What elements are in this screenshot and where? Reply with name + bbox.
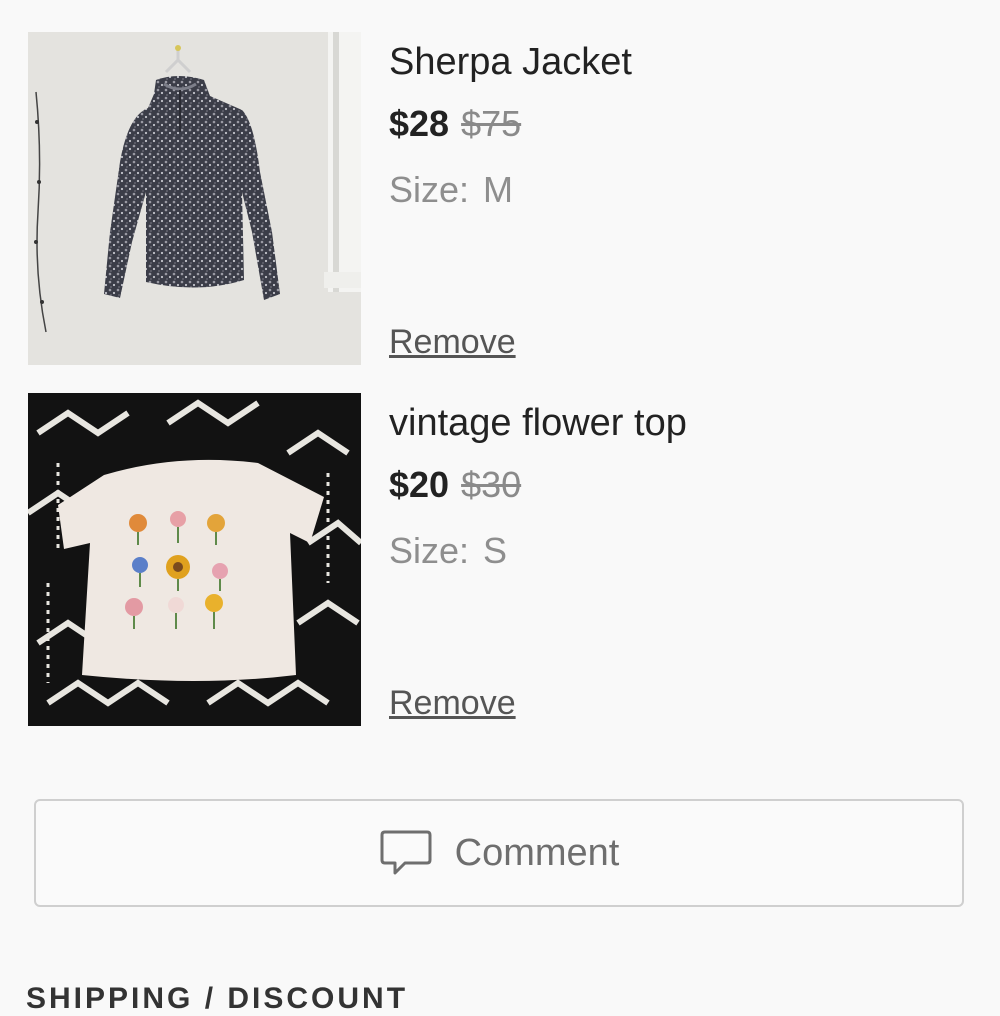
cart-item: vintage flower top $20 $30 Size: S Remove	[28, 393, 988, 726]
item-details: Sherpa Jacket $28 $75 Size: M Remove	[389, 32, 988, 365]
size-label: Size:	[389, 530, 470, 571]
speech-bubble-icon	[379, 828, 433, 878]
item-thumbnail[interactable]	[28, 32, 361, 365]
item-thumbnail[interactable]	[28, 393, 361, 726]
item-size: Size: M	[389, 168, 513, 212]
shipping-discount-heading: SHIPPING / DISCOUNT	[26, 982, 409, 1015]
item-details: vintage flower top $20 $30 Size: S Remove	[389, 393, 988, 726]
comment-label: Comment	[454, 831, 620, 874]
cart-item: Sherpa Jacket $28 $75 Size: M Remove	[28, 32, 988, 365]
size-label: Size:	[389, 169, 470, 210]
item-price: $20	[389, 464, 450, 505]
item-title[interactable]: Sherpa Jacket	[389, 40, 632, 84]
remove-button[interactable]: Remove	[389, 682, 516, 724]
comment-button[interactable]: Comment	[34, 799, 964, 907]
size-value: M	[483, 169, 514, 210]
item-original-price: $30	[461, 464, 522, 505]
item-price: $28	[389, 103, 450, 144]
item-prices: $20 $30	[389, 463, 521, 507]
size-value: S	[483, 530, 508, 571]
item-prices: $28 $75	[389, 102, 521, 146]
item-original-price: $75	[461, 103, 522, 144]
remove-button[interactable]: Remove	[389, 321, 516, 363]
item-title[interactable]: vintage flower top	[389, 401, 687, 445]
item-size: Size: S	[389, 529, 507, 573]
